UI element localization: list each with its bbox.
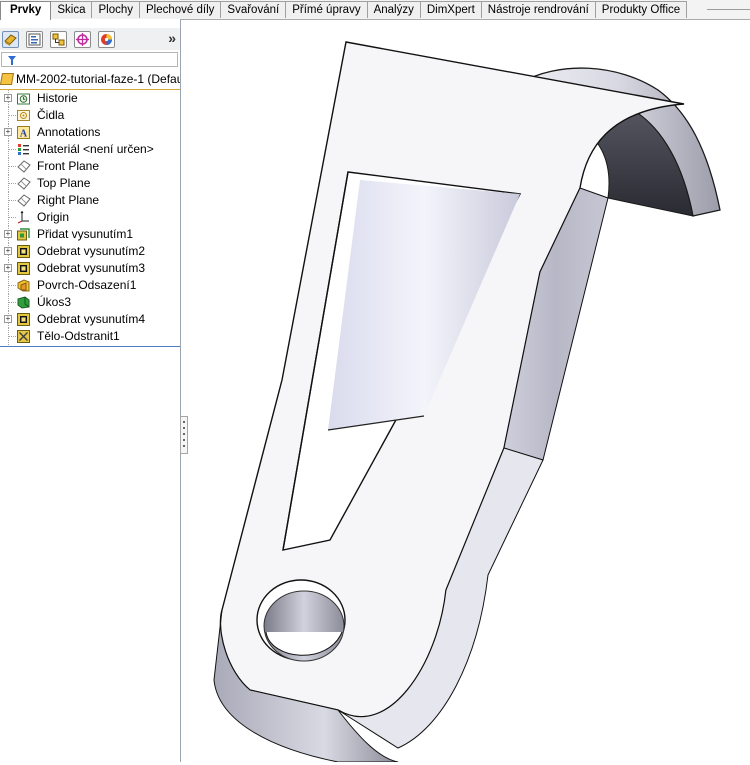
tree-item-telo-odstranit1[interactable]: Tělo-Odstranit1 (0, 328, 180, 345)
svg-text:A: A (20, 129, 28, 140)
tree-root-part[interactable]: MM-2002-tutorial-faze-1 (Default<Display… (0, 71, 180, 88)
tree-connector-branch (9, 183, 16, 185)
tree-item-label: Tělo-Odstranit1 (37, 329, 120, 343)
expand-toggle-icon[interactable]: + (4, 264, 12, 272)
tree-connector-branch (9, 302, 16, 304)
tree-item-odebrat-vysunutim2[interactable]: + Odebrat vysunutím2 (0, 243, 180, 260)
tree-item-top-plane[interactable]: Top Plane (0, 175, 180, 192)
boss-extrude-icon (17, 228, 30, 241)
graphics-area[interactable] (188, 20, 750, 763)
tree-connector-branch (9, 149, 16, 151)
sensors-icon (17, 109, 30, 122)
tree-connector-branch (9, 115, 16, 117)
tree-item-label: Annotations (37, 125, 101, 139)
tab-nástroje-rendrování[interactable]: Nástroje rendrování (480, 1, 596, 18)
tree-item-label: Čidla (37, 108, 65, 122)
tree-item-label: Úkos3 (37, 295, 72, 309)
tree-item-label: Přidat vysunutím1 (37, 227, 134, 241)
tree-connector-branch (9, 166, 16, 168)
tree-item-label: Odebrat vysunutím3 (37, 261, 146, 275)
tree-connector-branch (9, 285, 16, 287)
funnel-icon[interactable] (8, 56, 16, 65)
tree-item-label: Right Plane (37, 193, 100, 207)
tab-bar-line (707, 9, 750, 10)
tree-item-label: Materiál <není určen> (37, 142, 154, 156)
origin-icon (17, 210, 30, 224)
property-manager-icon[interactable] (26, 31, 43, 48)
part-icon (0, 73, 15, 85)
tab-svařování[interactable]: Svařování (220, 1, 287, 18)
tree-connector-branch (9, 217, 16, 219)
annotations-icon: A (17, 126, 30, 140)
draft-icon (17, 296, 30, 309)
tree-item-label: Povrch-Odsazení1 (37, 278, 137, 292)
configuration-manager-icon[interactable] (50, 31, 67, 48)
history-folder-icon (17, 92, 30, 105)
tab-skica[interactable]: Skica (50, 1, 93, 18)
tree-item-historie[interactable]: + Historie (0, 90, 180, 107)
expand-toggle-icon[interactable]: + (4, 230, 12, 238)
tree-item-cidla[interactable]: Čidla (0, 107, 180, 124)
tree-item-label: Historie (37, 91, 78, 105)
tab-dimxpert[interactable]: DimXpert (419, 1, 482, 18)
tree-item-material-neni-urcen[interactable]: Materiál <není určen> (0, 141, 180, 158)
expand-toggle-icon[interactable]: + (4, 94, 12, 102)
manager-toolbar: » (0, 28, 180, 50)
tree-filter[interactable] (0, 51, 180, 69)
tree-item-label: Odebrat vysunutím4 (37, 312, 146, 326)
tree-item-right-plane[interactable]: Right Plane (0, 192, 180, 209)
tab-plochy[interactable]: Plochy (91, 1, 140, 18)
tree-item-povrch-odsazeni1[interactable]: Povrch-Odsazení1 (0, 277, 180, 294)
tab-přímé-úpravy[interactable]: Přímé úpravy (285, 1, 368, 18)
cut-extrude-icon (17, 313, 30, 326)
feature-manager-icon[interactable] (2, 31, 19, 48)
offset-surface-icon (17, 279, 30, 292)
tree-item-ukos3[interactable]: Úkos3 (0, 294, 180, 311)
tree-end-line (0, 346, 180, 347)
tree-item-front-plane[interactable]: Front Plane (0, 158, 180, 175)
tab-plechové-díly[interactable]: Plechové díly (139, 1, 222, 18)
command-manager-tabs: Prvky Skica Plochy Plechové díly Svařování Př… (0, 0, 750, 20)
expand-toggle-icon[interactable]: + (4, 247, 12, 255)
cut-extrude-icon (17, 245, 30, 258)
tree-connector-branch (9, 336, 16, 338)
tree-item-label: Top Plane (37, 176, 91, 190)
cut-extrude-icon (17, 262, 30, 275)
display-manager-icon[interactable] (98, 31, 115, 48)
tab-prvky[interactable]: Prvky (0, 1, 52, 20)
tab-analýzy[interactable]: Analýzy (366, 1, 421, 18)
more-chevron-icon[interactable]: » (168, 30, 176, 46)
panel-splitter-handle[interactable] (180, 416, 188, 454)
filter-input[interactable] (1, 52, 178, 67)
tree-item-annotations[interactable]: + A Annotations (0, 124, 180, 141)
plane-icon (17, 160, 31, 173)
tree-item-label: Odebrat vysunutím2 (37, 244, 146, 258)
feature-manager-panel: » MM-2002-tutorial-faze-1 (Default<Displ… (0, 19, 181, 762)
plane-icon (17, 194, 31, 207)
delete-body-icon (17, 330, 30, 343)
plane-icon (17, 177, 31, 190)
tree-connector-branch (9, 200, 16, 202)
tab-produkty-office[interactable]: Produkty Office (594, 1, 688, 18)
tree-item-odebrat-vysunutim3[interactable]: + Odebrat vysunutím3 (0, 260, 180, 277)
tree-item-pridat-vysunutim1[interactable]: + Přidat vysunutím1 (0, 226, 180, 243)
tree-item-origin[interactable]: Origin (0, 209, 180, 226)
tree-item-label: Front Plane (37, 159, 100, 173)
material-icon (17, 143, 30, 156)
expand-toggle-icon[interactable]: + (4, 315, 12, 323)
tree-item-label: Origin (37, 210, 70, 224)
expand-toggle-icon[interactable]: + (4, 128, 12, 136)
part-model-3d[interactable] (188, 20, 750, 763)
dimxpert-manager-icon[interactable] (74, 31, 91, 48)
feature-tree: MM-2002-tutorial-faze-1 (Default<Display… (0, 71, 180, 347)
tree-item-odebrat-vysunutim4[interactable]: + Odebrat vysunutím4 (0, 311, 180, 328)
tree-root-label: MM-2002-tutorial-faze-1 (Default<Display… (16, 72, 180, 86)
